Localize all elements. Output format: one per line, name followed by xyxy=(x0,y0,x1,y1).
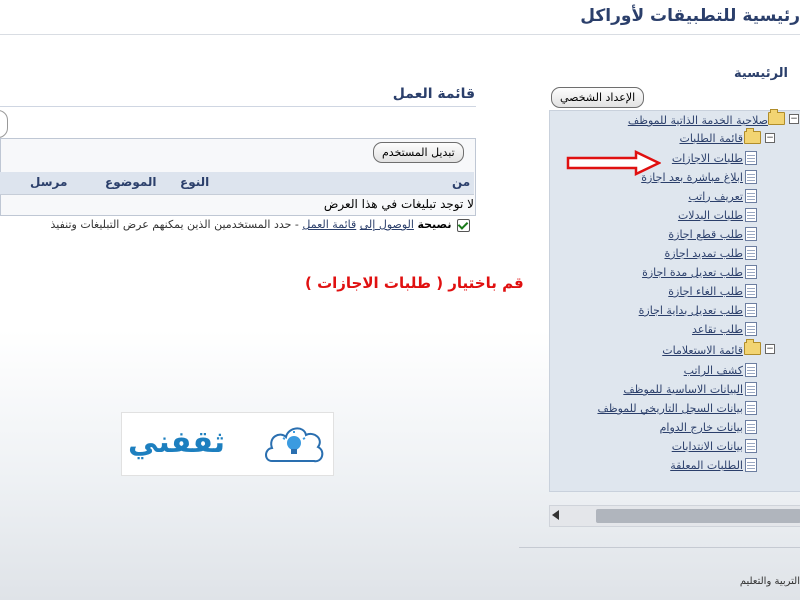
horizontal-scrollbar[interactable] xyxy=(549,505,800,527)
tree-item-modify-leave-duration[interactable]: طلب تعديل مدة اجازة xyxy=(642,266,743,279)
folder-icon xyxy=(768,109,785,125)
document-icon xyxy=(745,189,757,203)
worklist-link[interactable]: قائمة العمل xyxy=(302,218,356,231)
collapse-icon[interactable]: − xyxy=(765,344,775,354)
worklist-title: قائمة العمل xyxy=(392,86,475,102)
tip-row: نصيحة الوصول إلى قائمة العمل - حدد المست… xyxy=(50,218,470,232)
tree-item-pending-requests[interactable]: الطلبات المعلقة xyxy=(670,459,743,472)
document-icon xyxy=(745,246,757,260)
folder-icon xyxy=(744,339,761,355)
document-icon xyxy=(745,322,757,336)
document-icon xyxy=(745,170,757,184)
scroll-left-arrow-icon[interactable] xyxy=(552,510,559,520)
tree-item-employee-history[interactable]: بيانات السجل التاريخي للموظف xyxy=(597,402,743,415)
personal-settings-button[interactable]: الإعداد الشخصي xyxy=(551,87,645,108)
tree-folder-inquiries[interactable]: قائمة الاستعلامات xyxy=(662,344,743,357)
column-type[interactable]: النوع xyxy=(180,175,209,189)
document-icon xyxy=(745,439,757,453)
document-icon xyxy=(745,458,757,472)
checkmark-icon xyxy=(457,218,470,232)
document-icon xyxy=(745,227,757,241)
tree-item-retirement[interactable]: طلب تقاعد xyxy=(692,323,743,336)
tree-item-overtime-data[interactable]: بيانات خارج الدوام xyxy=(660,421,743,434)
document-icon xyxy=(745,303,757,317)
worklist-divider xyxy=(0,106,476,107)
tip-text: - حدد المستخدمين الذين يمكنهم عرض التبلي… xyxy=(50,218,299,231)
tree-item-employee-basic-data[interactable]: البيانات الاساسية للموظف xyxy=(623,383,743,396)
red-arrow-annotation xyxy=(566,150,661,176)
tree-item-modify-leave-start[interactable]: طلب تعديل بداية اجازة xyxy=(639,304,743,317)
tree-item-leave-requests[interactable]: طلبات الاجازات xyxy=(672,152,743,165)
tip-label: نصيحة xyxy=(417,218,452,231)
scroll-thumb[interactable] xyxy=(596,509,800,523)
tree-item-allowances[interactable]: طلبات البدلات xyxy=(678,209,743,222)
tree-item-cut-leave[interactable]: طلب قطع اجازة xyxy=(668,228,743,241)
truncated-button[interactable] xyxy=(0,110,8,138)
document-icon xyxy=(745,363,757,377)
collapse-icon[interactable]: − xyxy=(765,133,775,143)
document-icon xyxy=(745,420,757,434)
footer-text: التربية والتعليم xyxy=(739,576,800,587)
worklist-access-link[interactable]: الوصول إلى xyxy=(360,218,414,231)
tree-item-cancel-leave[interactable]: طلب الغاء اجازة xyxy=(668,285,743,298)
column-subject[interactable]: الموضوع xyxy=(105,175,157,189)
header-divider xyxy=(0,34,800,35)
footer-divider xyxy=(519,547,800,548)
tree-item-payslip[interactable]: كشف الراتب xyxy=(684,364,743,377)
column-sender[interactable]: مرسل xyxy=(30,175,67,189)
column-from[interactable]: من xyxy=(452,175,470,189)
worklist-header-row xyxy=(0,172,474,195)
tree-item-extend-leave[interactable]: طلب تمديد اجازة xyxy=(664,247,743,260)
document-icon xyxy=(745,151,757,165)
tree-item-salary-certificate[interactable]: تعريف راتب xyxy=(688,190,743,203)
instruction-annotation: قم باختيار ( طلبات الاجازات ) xyxy=(305,274,524,292)
folder-icon xyxy=(744,128,761,144)
tree-item-assignments[interactable]: بيانات الانتدابات xyxy=(672,440,743,453)
home-breadcrumb[interactable]: الرئيسية xyxy=(734,66,788,81)
change-user-button[interactable]: تبديل المستخدم xyxy=(373,142,464,163)
document-icon xyxy=(745,265,757,279)
app-title: رئيسية للتطبيقات لأوراكل xyxy=(580,6,800,26)
document-icon xyxy=(745,401,757,415)
document-icon xyxy=(745,382,757,396)
lightbulb-cloud-icon xyxy=(265,427,324,463)
document-icon xyxy=(745,208,757,222)
logo-text: ثقفني xyxy=(128,425,226,460)
tree-root-self-service[interactable]: صلاحية الخدمة الذاتية للموظف xyxy=(628,114,768,127)
collapse-icon[interactable]: − xyxy=(789,114,799,124)
thaqafni-logo: ثقفني xyxy=(121,412,334,476)
document-icon xyxy=(745,284,757,298)
worklist-empty-message: لا توجد تبليغات في هذا العرض xyxy=(323,197,474,211)
tree-folder-requests[interactable]: قائمة الطلبات xyxy=(679,132,743,145)
